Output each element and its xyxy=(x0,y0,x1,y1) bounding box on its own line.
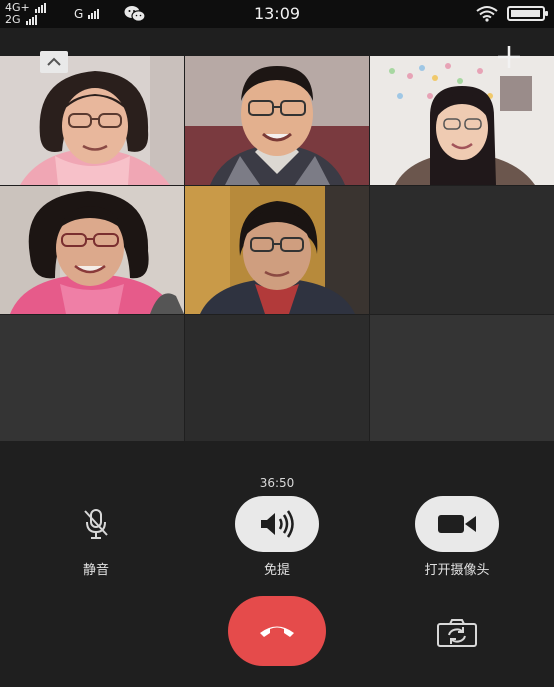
camera-control[interactable]: 打开摄像头 xyxy=(415,496,499,578)
battery-level xyxy=(511,10,540,17)
mute-label: 静音 xyxy=(82,563,109,578)
participant-video-image xyxy=(370,56,554,185)
participant-video-3[interactable] xyxy=(370,56,554,185)
empty-video-slot xyxy=(0,315,184,441)
camera-label: 打开摄像头 xyxy=(424,563,490,578)
chevron-up-icon xyxy=(47,57,61,66)
empty-video-slot xyxy=(185,315,369,441)
hangup-button[interactable] xyxy=(228,596,326,666)
speaker-label: 免提 xyxy=(263,563,290,578)
participant-video-5[interactable] xyxy=(185,186,369,314)
camera-switch-button[interactable] xyxy=(436,618,478,648)
add-member-button[interactable] xyxy=(496,44,522,70)
speaker-icon xyxy=(261,510,294,538)
collapse-button[interactable] xyxy=(40,51,68,73)
participant-video-image xyxy=(0,186,184,314)
microphone-off-icon xyxy=(84,509,108,539)
clock-time: 13:09 xyxy=(253,4,301,23)
camera-button[interactable] xyxy=(415,496,499,552)
participant-video-image xyxy=(185,186,369,314)
speaker-control[interactable]: 免提 xyxy=(235,496,319,578)
participant-video-image xyxy=(185,56,369,185)
wifi-icon xyxy=(476,6,498,22)
mute-button[interactable] xyxy=(76,496,116,552)
participant-video-2[interactable] xyxy=(185,56,369,185)
video-camera-icon xyxy=(438,515,476,533)
participant-video-4[interactable] xyxy=(0,186,184,314)
empty-video-slot xyxy=(370,315,554,441)
status-bar: 4G+ 2G G 13:09 xyxy=(0,0,554,28)
video-grid xyxy=(0,56,554,441)
battery-icon xyxy=(507,6,548,21)
speaker-button[interactable] xyxy=(235,496,319,552)
mute-control[interactable]: 静音 xyxy=(76,496,116,578)
phone-hangup-icon xyxy=(260,626,294,637)
call-timer: 36:50 xyxy=(259,476,295,490)
participant-video-image xyxy=(0,56,184,185)
camera-switch-icon xyxy=(437,619,477,647)
participant-video-1[interactable] xyxy=(0,56,184,185)
empty-video-slot xyxy=(370,186,554,314)
